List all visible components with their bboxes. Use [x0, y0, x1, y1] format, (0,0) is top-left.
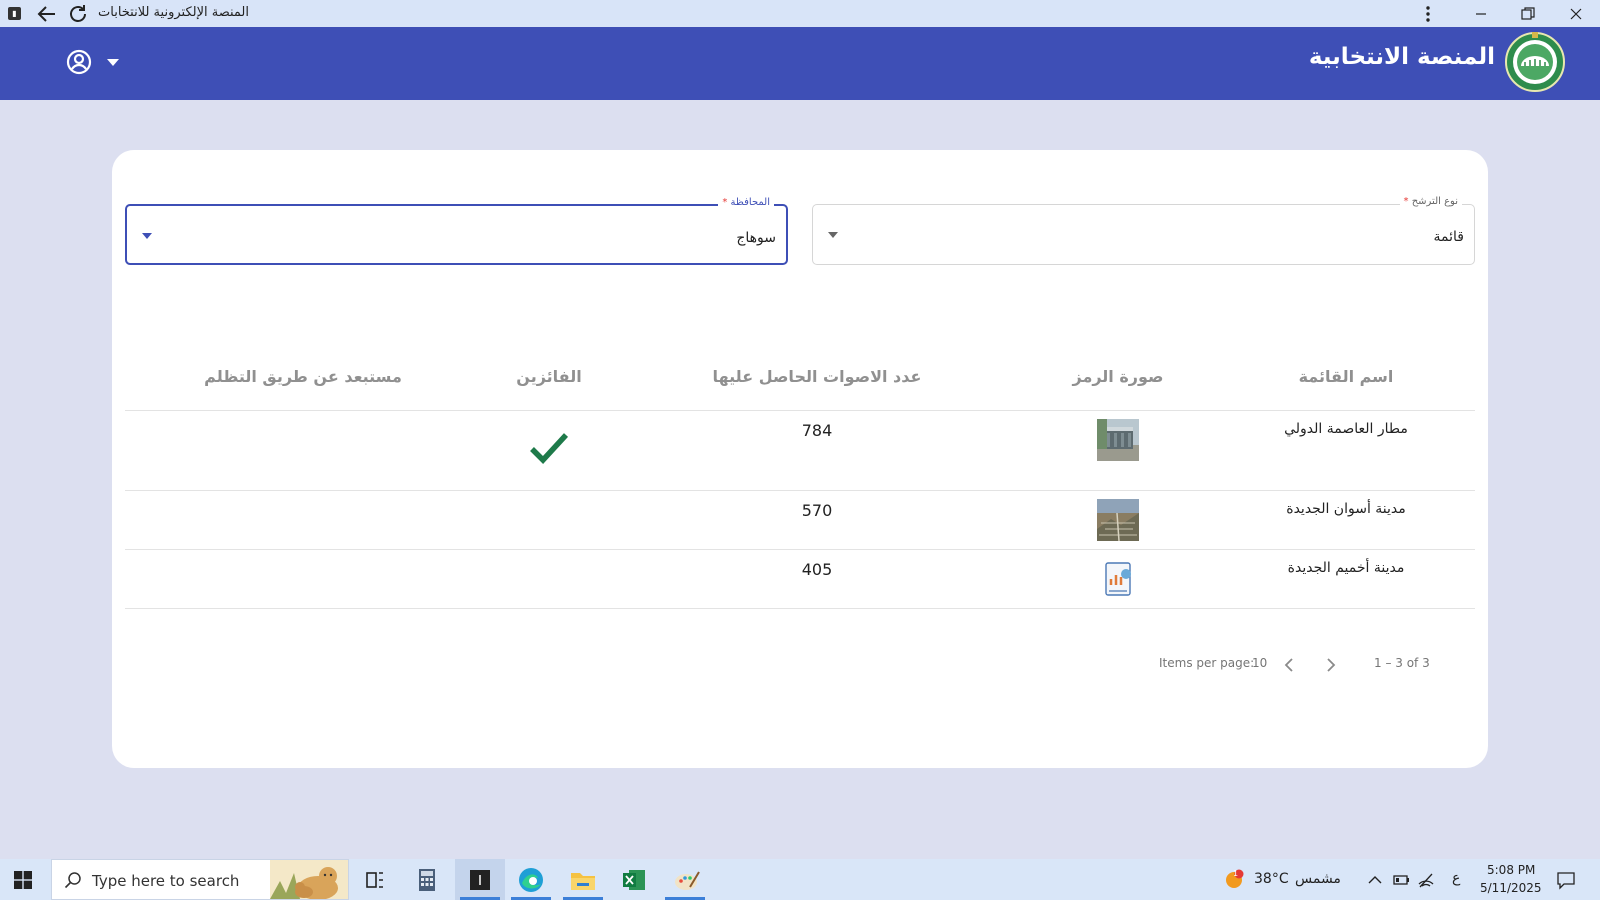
- candidacy-type-label: نوع الترشح *: [1399, 196, 1462, 207]
- chevron-up-icon[interactable]: [1366, 871, 1384, 889]
- taskbar-search-box[interactable]: Type here to search: [51, 859, 349, 900]
- account-circle-icon[interactable]: [66, 49, 92, 75]
- app-header: المنصة الانتخابية: [0, 27, 1600, 100]
- input-language-indicator[interactable]: ع: [1452, 870, 1460, 886]
- chevron-down-icon[interactable]: [827, 231, 839, 239]
- list-name-cell: مدينة أسوان الجديدة: [1286, 501, 1406, 517]
- search-highlight-illustration: [270, 860, 348, 899]
- results-table: اسم القائمة صورة الرمز عدد الاصوات الحاص…: [125, 350, 1475, 609]
- symbol-thumbnail[interactable]: [1097, 419, 1139, 461]
- chevron-down-icon[interactable]: [141, 232, 153, 240]
- governorate-value: سوهاج: [736, 230, 776, 246]
- table-row: مدينة أخميم الجديدة 405: [125, 550, 1475, 609]
- symbol-thumbnail[interactable]: [1097, 558, 1139, 600]
- taskbar-time[interactable]: 5:08 PM: [1487, 863, 1535, 877]
- close-icon[interactable]: [1565, 3, 1587, 25]
- platform-logo-seal: [1505, 32, 1565, 92]
- governorate-label: المحافظة *: [718, 197, 774, 208]
- notification-center-icon[interactable]: [1556, 870, 1576, 890]
- platform-brand-title: المنصة الانتخابية: [1308, 44, 1495, 70]
- votes-cell: 405: [801, 560, 833, 579]
- votes-cell: 784: [801, 421, 833, 440]
- paint-app-icon[interactable]: [670, 863, 704, 897]
- search-icon: [64, 872, 81, 889]
- taskbar-date[interactable]: 5/11/2025: [1480, 881, 1542, 895]
- winner-check-icon: [530, 433, 569, 464]
- candidacy-type-select[interactable]: نوع الترشح * قائمة: [812, 196, 1475, 265]
- governorate-select[interactable]: المحافظة * سوهاج: [125, 197, 788, 265]
- windows-taskbar: Type here to search 1 38°C مشمس ع 5:08 P…: [0, 859, 1600, 900]
- search-placeholder: Type here to search: [92, 872, 240, 890]
- file-explorer-icon[interactable]: [566, 863, 600, 897]
- items-per-page-label: Items per page:: [1159, 656, 1255, 670]
- task-view-icon[interactable]: [358, 863, 392, 897]
- excel-app-icon[interactable]: [617, 863, 651, 897]
- window-title: المنصة الإلكترونية للانتخابات: [98, 5, 249, 20]
- list-name-cell: مدينة أخميم الجديدة: [1287, 560, 1405, 576]
- results-card: نوع الترشح * قائمة المحافظة * سوهاج اسم …: [112, 150, 1488, 768]
- table-row: مدينة أسوان الجديدة 570: [125, 491, 1475, 550]
- restore-icon[interactable]: [1517, 3, 1539, 25]
- calculator-app-icon[interactable]: [410, 863, 444, 897]
- table-row: مطار العاصمة الدولي 784: [125, 411, 1475, 491]
- table-paginator: Items per page: 10 1 – 3 of 3: [112, 650, 1488, 680]
- column-header-list-name[interactable]: اسم القائمة: [1299, 367, 1394, 386]
- candidacy-type-value: قائمة: [1433, 229, 1464, 245]
- column-header-symbol-image[interactable]: صورة الرمز: [1072, 367, 1163, 386]
- chevron-left-icon[interactable]: [1280, 655, 1300, 675]
- weather-badge: 1: [1233, 869, 1239, 878]
- symbol-thumbnail[interactable]: [1097, 499, 1139, 541]
- column-header-winners[interactable]: الفائزين: [516, 367, 581, 386]
- weather-description[interactable]: مشمس: [1295, 871, 1341, 887]
- browser-titlebar: ▮ المنصة الإلكترونية للانتخابات: [0, 0, 1600, 27]
- kebab-menu-icon[interactable]: [1420, 4, 1436, 24]
- reload-icon[interactable]: [67, 3, 89, 25]
- pinned-app-icon[interactable]: [463, 863, 497, 897]
- column-header-votes[interactable]: عدد الاصوات الحاصل عليها: [713, 367, 922, 386]
- edge-browser-icon[interactable]: [514, 863, 548, 897]
- column-header-excluded[interactable]: مستبعد عن طريق التظلم: [204, 367, 402, 386]
- windows-start-icon[interactable]: [14, 871, 32, 889]
- table-header-row: اسم القائمة صورة الرمز عدد الاصوات الحاص…: [125, 350, 1475, 411]
- chevron-right-icon[interactable]: [1320, 655, 1340, 675]
- list-name-cell: مطار العاصمة الدولي: [1284, 421, 1408, 437]
- app-icon: ▮: [8, 7, 21, 20]
- weather-temperature[interactable]: 38°C: [1254, 871, 1289, 887]
- back-arrow-icon[interactable]: [36, 3, 58, 25]
- minimize-icon[interactable]: [1470, 3, 1492, 25]
- page-size-select[interactable]: 10: [1252, 656, 1267, 670]
- battery-icon[interactable]: [1392, 871, 1410, 889]
- account-dropdown-caret-icon[interactable]: [106, 57, 120, 67]
- wifi-icon[interactable]: [1417, 871, 1435, 889]
- votes-cell: 570: [801, 501, 833, 520]
- pagination-range: 1 – 3 of 3: [1374, 656, 1430, 670]
